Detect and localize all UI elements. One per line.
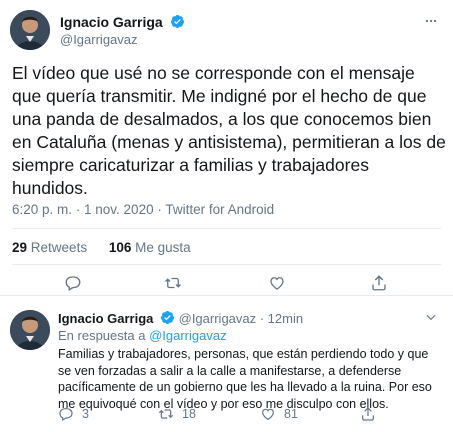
verified-badge-icon xyxy=(170,14,184,29)
share-icon[interactable] xyxy=(370,274,388,292)
avatar-image xyxy=(10,10,50,50)
reply-text: Familias y trabajadores, personas, que e… xyxy=(58,347,432,411)
more-chevron-icon[interactable] xyxy=(423,310,439,326)
avatar[interactable] xyxy=(10,10,50,50)
likes-label: Me gusta xyxy=(135,240,191,255)
tweet-actions xyxy=(0,272,453,292)
reply-count: 3 xyxy=(82,407,89,421)
retweets-label: Retweets xyxy=(30,240,88,255)
reply-handle-time[interactable]: @Igarrigavaz · 12min xyxy=(179,311,303,326)
tweet-text: El vídeo que usé no se corresponde con e… xyxy=(12,63,446,198)
retweet-action[interactable]: 18 xyxy=(158,406,196,422)
reply-tweet[interactable]: Ignacio Garriga @Igarrigavaz · 12min En … xyxy=(0,296,453,432)
reply-header: Ignacio Garriga @Igarrigavaz · 12min xyxy=(58,310,303,326)
divider xyxy=(12,264,441,265)
reply-icon[interactable] xyxy=(64,274,82,292)
retweet-icon[interactable] xyxy=(164,274,182,292)
tweet-meta[interactable]: 6:20 p. m. · 1 nov. 2020 · Twitter for A… xyxy=(12,202,274,217)
in-reply-to: En respuesta a @Igarrigavaz xyxy=(58,328,227,343)
author-handle[interactable]: @Igarrigavaz xyxy=(60,32,138,47)
reply-author-name[interactable]: Ignacio Garriga xyxy=(58,311,153,326)
likes-count: 106 xyxy=(108,240,132,255)
retweet-icon xyxy=(158,409,174,419)
main-tweet: Ignacio Garriga @Igarrigavaz El vídeo qu… xyxy=(0,0,453,296)
author-name[interactable]: Ignacio Garriga xyxy=(60,14,185,30)
like-count: 81 xyxy=(284,407,298,421)
likes-stat[interactable]: 106 Me gusta xyxy=(109,240,191,255)
author-name-text: Ignacio Garriga xyxy=(60,14,163,30)
like-icon xyxy=(262,408,274,421)
avatar[interactable] xyxy=(10,310,50,350)
retweets-stat[interactable]: 29 Retweets xyxy=(12,240,87,255)
in-reply-handle-link[interactable]: @Igarrigavaz xyxy=(149,328,227,343)
verified-badge-icon xyxy=(160,310,175,325)
tweet-stats: 29 Retweets 106 Me gusta xyxy=(12,240,209,255)
reply-icon xyxy=(59,408,73,422)
in-reply-prefix: En respuesta a xyxy=(58,328,146,343)
retweet-count: 18 xyxy=(182,407,196,421)
more-chevron-icon[interactable] xyxy=(423,14,439,30)
retweets-count: 29 xyxy=(12,240,28,255)
share-icon xyxy=(362,407,374,421)
share-action[interactable] xyxy=(360,406,376,422)
divider xyxy=(12,228,441,229)
like-icon[interactable] xyxy=(268,274,286,292)
avatar-image xyxy=(10,310,50,350)
reply-action[interactable]: 3 xyxy=(58,406,89,422)
reply-actions: 3 18 81 xyxy=(58,406,438,424)
like-action[interactable]: 81 xyxy=(260,406,298,422)
